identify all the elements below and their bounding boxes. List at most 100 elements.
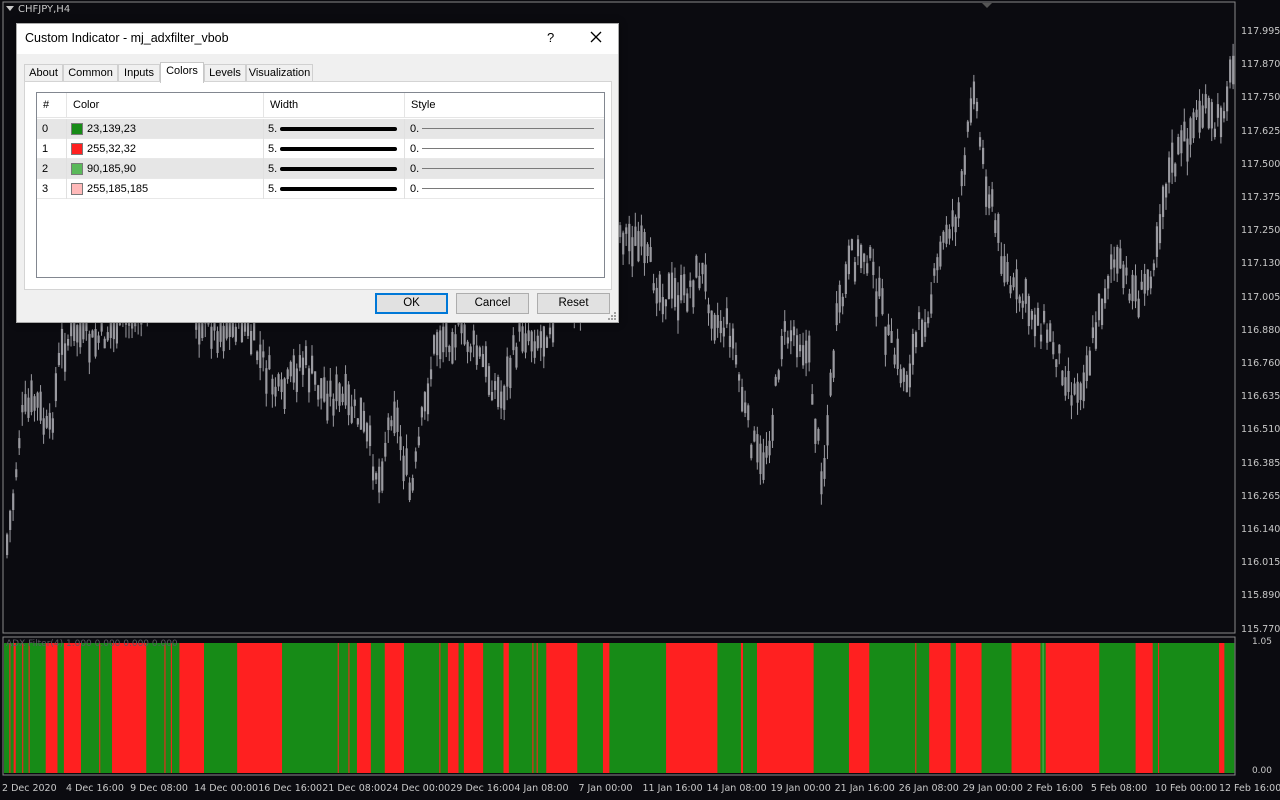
candle-body [1006,262,1009,282]
candle-body [378,466,381,493]
resize-grip-icon[interactable] [607,311,617,321]
candle-body [265,368,268,394]
color-cell[interactable]: 255,32,32 [67,139,264,159]
color-swatch[interactable] [71,123,83,135]
style-cell[interactable]: 0. [405,119,605,139]
dialog-titlebar[interactable]: Custom Indicator - mj_adxfilter_vbob ? [17,24,618,54]
candle-body [1100,298,1104,326]
candle-body [1082,372,1085,402]
color-swatch[interactable] [71,163,83,175]
adx-bar [10,643,14,773]
tab-inputs[interactable]: Inputs [118,64,160,82]
candle-body [423,392,427,412]
candle-body [631,237,634,267]
candle-body [921,319,924,347]
color-swatch[interactable] [71,143,83,155]
color-cell[interactable]: 23,139,23 [67,119,264,139]
color-cell[interactable]: 255,185,185 [67,179,264,199]
width-cell[interactable]: 5. [264,159,405,179]
candle-body [875,291,878,317]
candle-body [271,378,274,395]
candle-body [927,317,930,324]
color-row-0[interactable]: 0 23,139,23 5. 0. [37,119,604,139]
tab-colors[interactable]: Colors [160,62,204,83]
ok-button[interactable]: OK [375,293,448,314]
candle-body [649,247,652,262]
column-header-width[interactable]: Width [264,93,405,118]
help-button[interactable]: ? [547,30,554,45]
adx-bar [1045,643,1100,773]
candle-body [896,338,899,369]
candle-body [847,245,850,275]
color-swatch[interactable] [71,183,83,195]
candle-body [795,335,799,358]
candle-body [524,333,527,353]
candle-body [1091,327,1094,338]
candle-body [1183,121,1186,142]
width-cell[interactable]: 5. [264,139,405,159]
cancel-button[interactable]: Cancel [456,293,529,314]
candle-body [863,253,866,262]
width-value: 5. [268,183,278,195]
candle-body [713,314,716,341]
candle-body [1152,263,1155,271]
reset-button[interactable]: Reset [537,293,610,314]
candle-body [466,341,469,352]
width-line-preview [280,127,397,131]
candle-body [21,404,24,413]
style-cell[interactable]: 0. [405,179,605,199]
column-header-style[interactable]: Style [405,93,605,118]
time-label: 11 Jan 16:00 [642,783,703,794]
candle-body [707,304,710,314]
candle-body [823,458,826,479]
candle-body [978,137,982,147]
close-icon[interactable] [589,30,603,44]
tab-common[interactable]: Common [63,64,118,82]
adx-bar [1152,643,1159,773]
adx-bar [950,643,957,773]
width-value: 5. [268,163,278,175]
candle-body [1229,59,1232,83]
candle-body [372,466,375,481]
tab-visualization[interactable]: Visualization [246,64,313,82]
time-label: 16 Dec 16:00 [258,783,323,794]
dropdown-triangle-icon[interactable] [6,6,14,11]
candle-body [1165,183,1168,198]
candle-body [661,297,664,315]
candle-body [24,394,27,412]
candle-body [338,383,341,406]
color-row-2[interactable]: 2 90,185,90 5. 0. [37,159,604,179]
candle-body [902,368,905,382]
candle-body [1195,109,1198,118]
candle-body [439,330,442,360]
candle-body [301,357,305,375]
time-label: 2 Dec 2020 [2,783,57,794]
subwindow-scale-bottom: 0.00 [1251,766,1272,776]
candle-body [710,310,713,329]
adx-bar [503,643,510,773]
column-header-color[interactable]: Color [67,93,264,118]
candle-body [951,210,954,227]
column-header-index[interactable]: # [37,93,67,118]
adx-bar [45,643,58,773]
tab-about[interactable]: About [24,64,63,82]
price-label: 117.250 [1241,225,1280,237]
candle-body [808,335,811,363]
candle-body [274,386,277,397]
adx-bar [29,643,47,773]
tab-levels[interactable]: Levels [204,64,246,82]
candle-body [387,417,390,431]
color-row-1[interactable]: 1 255,32,32 5. 0. [37,139,604,159]
width-cell[interactable]: 5. [264,179,405,199]
candle-body [1046,329,1049,343]
width-cell[interactable]: 5. [264,119,405,139]
candle-body [936,257,939,271]
width-line-preview [280,147,397,151]
style-cell[interactable]: 0. [405,139,605,159]
adx-bar [869,643,916,773]
candle-body [1128,293,1131,301]
color-cell[interactable]: 90,185,90 [67,159,264,179]
style-cell[interactable]: 0. [405,159,605,179]
color-row-3[interactable]: 3 255,185,185 5. 0. [37,179,604,199]
price-label: 117.750 [1241,92,1280,104]
